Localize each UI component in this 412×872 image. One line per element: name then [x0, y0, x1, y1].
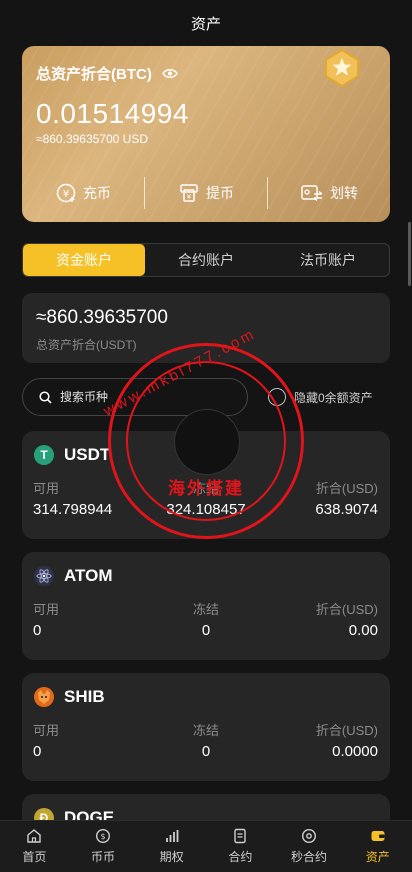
nav-home-label: 首页: [22, 850, 47, 864]
asset-card-atom[interactable]: ATOM 可用 冻结 折合(USD) 0 0 0.00: [22, 552, 390, 660]
nav-options[interactable]: 期权: [137, 821, 206, 872]
svg-text:¥: ¥: [187, 193, 192, 201]
transfer-label: 划转: [330, 185, 358, 201]
converted-value: 0.0000: [332, 743, 378, 760]
scrollbar[interactable]: [408, 222, 411, 286]
coin-icon: $: [95, 828, 111, 844]
nav-home[interactable]: 首页: [0, 821, 69, 872]
deposit-button[interactable]: ¥ 充币: [22, 182, 144, 204]
nav-spot[interactable]: $ 币币: [69, 821, 138, 872]
home-icon: [27, 829, 42, 843]
asset-card-shib[interactable]: SHIB 可用 冻结 折合(USD) 0 0 0.0000: [22, 673, 390, 781]
hide-zero-radio[interactable]: [268, 388, 286, 406]
shib-icon: [34, 687, 54, 707]
deposit-icon: ¥: [56, 183, 76, 203]
usdt-total-value: ≈860.39635700: [36, 307, 168, 328]
converted-value: 0.00: [348, 622, 378, 639]
svg-text:¥: ¥: [63, 189, 69, 200]
hide-zero-toggle[interactable]: 隐藏0余额资产: [268, 388, 373, 406]
search-box[interactable]: [22, 378, 248, 416]
atom-icon: [34, 566, 54, 586]
asset-card-usdt[interactable]: T USDT 可用 冻结 折合(USD) 314.798944 324.1084…: [22, 431, 390, 539]
frozen-value: 0: [201, 622, 211, 639]
converted-label: 折合(USD): [315, 723, 378, 738]
eye-icon[interactable]: [162, 68, 178, 79]
star-badge-icon: [325, 48, 359, 88]
nav-options-label: 期权: [159, 850, 184, 864]
transfer-button[interactable]: 划转: [268, 182, 390, 204]
page-title: 资产: [190, 15, 221, 33]
hide-zero-label: 隐藏0余额资产: [294, 390, 373, 405]
asset-name: T USDT: [34, 445, 110, 465]
tab-funding-account[interactable]: 资金账户: [23, 244, 145, 276]
btc-total-value: 0.01514994: [36, 98, 189, 129]
asset-name: ATOM: [34, 566, 112, 586]
withdraw-label: 提币: [206, 185, 234, 201]
total-asset-title: 总资产折合(BTC): [36, 63, 178, 84]
page-header: 资产: [0, 0, 412, 46]
nav-assets[interactable]: 资产: [343, 821, 412, 872]
usdt-total-label: 总资产折合(USDT): [36, 338, 137, 352]
usd-total-value: ≈860.39635700 USD: [36, 132, 149, 146]
transfer-icon: [301, 185, 323, 202]
total-asset-card: 总资产折合(BTC) 0.01514994 ≈860.39635700 USD …: [22, 46, 390, 222]
withdraw-icon: ¥: [180, 184, 198, 202]
search-icon: [39, 390, 52, 404]
search-input[interactable]: [60, 390, 210, 404]
card-actions: ¥ 充币 ¥ 提币 划转: [22, 174, 390, 212]
nav-spot-label: 币币: [91, 850, 116, 864]
nav-second-contract[interactable]: 秒合约: [275, 821, 344, 872]
total-asset-label: 总资产折合(BTC): [36, 66, 152, 83]
chart-bars-icon: [165, 830, 179, 842]
nav-contract[interactable]: 合约: [206, 821, 275, 872]
tab-fiat-account[interactable]: 法币账户: [267, 244, 389, 276]
nav-assets-label: 资产: [365, 850, 390, 864]
asset-symbol: SHIB: [64, 687, 105, 706]
target-icon: [302, 828, 317, 844]
asset-symbol: ATOM: [64, 566, 113, 585]
asset-name: SHIB: [34, 687, 105, 707]
document-icon: [234, 828, 247, 844]
nav-second-contract-label: 秒合约: [291, 850, 328, 864]
nav-contract-label: 合约: [228, 850, 253, 864]
usdt-icon: T: [34, 445, 54, 465]
deposit-label: 充币: [83, 185, 111, 201]
converted-label: 折合(USD): [315, 481, 378, 496]
converted-value: 638.9074: [315, 501, 378, 518]
tab-contract-account[interactable]: 合约账户: [145, 244, 267, 276]
withdraw-button[interactable]: ¥ 提币: [145, 182, 267, 204]
account-tabs: 资金账户 合约账户 法币账户: [22, 243, 390, 277]
converted-label: 折合(USD): [315, 602, 378, 617]
bottom-nav: 首页 $ 币币 期权 合约 秒合约 资产: [0, 820, 412, 872]
asset-symbol: USDT: [64, 445, 111, 464]
usdt-total-panel: ≈860.39635700 总资产折合(USDT): [22, 293, 390, 363]
svg-text:$: $: [100, 832, 105, 841]
wallet-icon: [371, 831, 385, 841]
